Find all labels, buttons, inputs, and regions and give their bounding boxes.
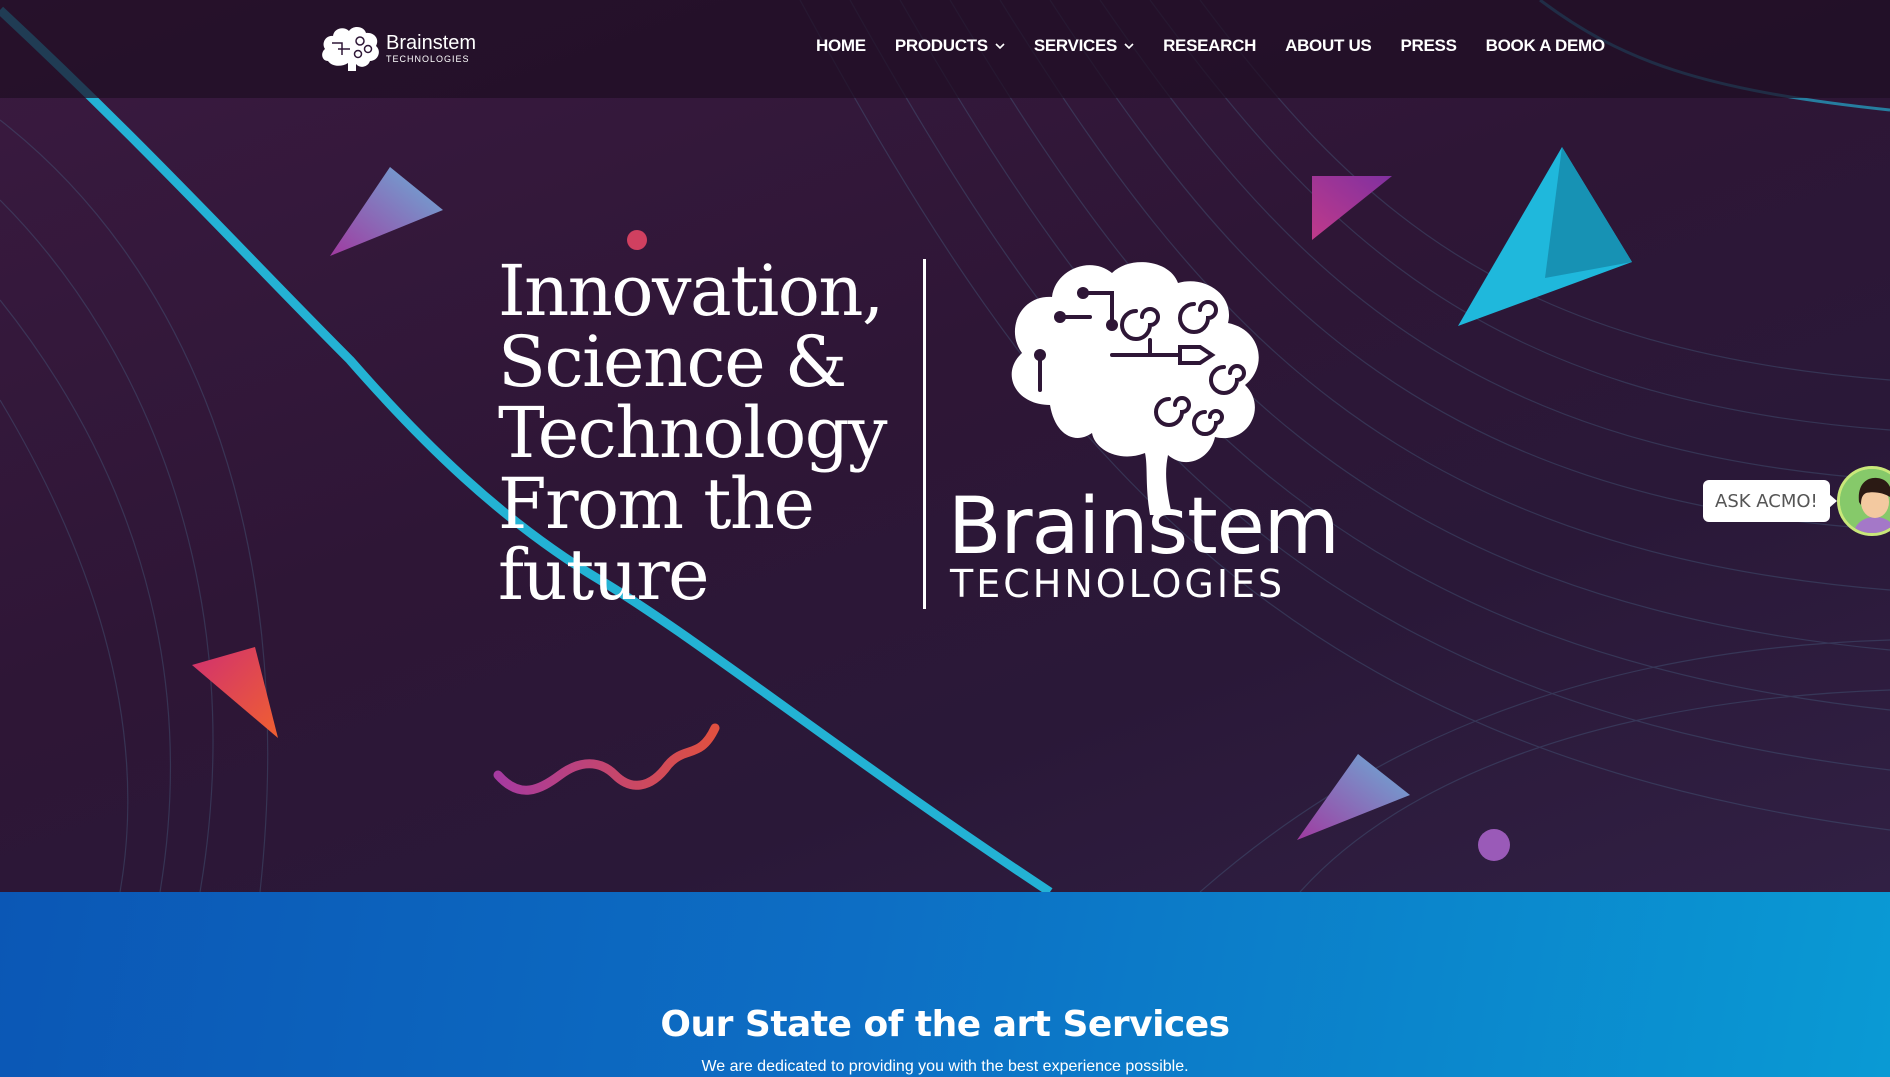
nav-press-label: PRESS	[1400, 36, 1457, 55]
tagline-line: Innovation,	[498, 250, 884, 332]
tagline-line: future	[498, 534, 710, 616]
nav-about-us[interactable]: ABOUT US	[1285, 36, 1372, 56]
logo-name: Brainstem	[386, 31, 477, 54]
tagline-line: From the	[498, 463, 815, 545]
nav-about-us-label: ABOUT US	[1285, 36, 1372, 55]
site-logo[interactable]: Brainstem TECHNOLOGIES	[320, 22, 480, 74]
nav-products-label: PRODUCTS	[894, 36, 988, 55]
hero-divider	[923, 259, 926, 609]
hero-tagline: Innovation, Science & Technology From th…	[498, 256, 918, 611]
nav-services[interactable]: SERVICES	[1034, 36, 1134, 56]
nav-products[interactable]: PRODUCTS	[895, 36, 1005, 56]
nav-book-a-demo-label: BOOK A DEMO	[1485, 36, 1605, 55]
nav-research[interactable]: RESEARCH	[1163, 36, 1256, 56]
main-nav: HOME PRODUCTS SERVICES RESEARCH ABOUT US…	[816, 36, 1605, 56]
services-section: Our State of the art Services We are ded…	[0, 892, 1890, 1077]
chevron-down-icon	[995, 43, 1005, 50]
tagline-line: Technology	[498, 392, 888, 474]
logo-sub: TECHNOLOGIES	[386, 53, 470, 64]
nav-home[interactable]: HOME	[816, 36, 866, 56]
nav-press[interactable]: PRESS	[1400, 36, 1456, 56]
tagline-line: Science &	[498, 321, 847, 403]
services-subtitle: We are dedicated to providing you with t…	[701, 1058, 1189, 1075]
hero-section: Brainstem TECHNOLOGIES HOME PRODUCTS SER…	[0, 0, 1890, 892]
nav-research-label: RESEARCH	[1163, 36, 1257, 55]
nav-book-a-demo[interactable]: BOOK A DEMO	[1486, 36, 1605, 56]
hero-brand-name: Brainstem	[948, 482, 1340, 572]
ask-acmo-button[interactable]: ASK ACMO!	[1703, 480, 1837, 522]
hero-brand-sub: TECHNOLOGIES	[950, 562, 1286, 606]
chevron-down-icon	[1124, 43, 1134, 50]
brain-logo-icon	[322, 27, 379, 71]
assistant-avatar-icon	[1840, 469, 1890, 533]
services-title: Our State of the art Services	[660, 1004, 1230, 1045]
brain-circuit-icon	[1011, 262, 1259, 515]
top-navbar: Brainstem TECHNOLOGIES HOME PRODUCTS SER…	[0, 0, 1890, 98]
nav-services-label: SERVICES	[1033, 36, 1118, 55]
nav-home-label: HOME	[816, 36, 866, 55]
hero-background	[0, 0, 1890, 892]
logo-text: Brainstem TECHNOLOGIES	[386, 33, 476, 64]
chat-label: ASK ACMO!	[1715, 490, 1818, 512]
